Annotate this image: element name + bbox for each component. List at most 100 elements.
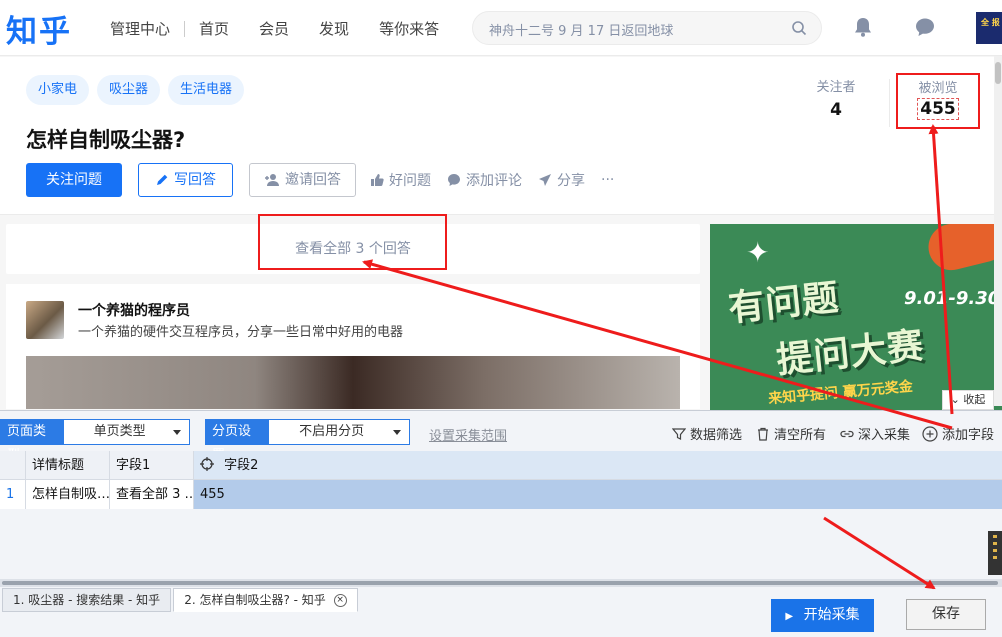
collapse-button[interactable]: ⌄ 收起 <box>942 390 994 410</box>
search-icon[interactable] <box>791 20 807 36</box>
task-tab[interactable]: 1. 吸尘器 - 搜索结果 - 知乎 <box>2 588 172 612</box>
task-tabs: 1. 吸尘器 - 搜索结果 - 知乎 2. 怎样自制吸尘器? - 知乎 × <box>0 588 358 612</box>
user-avatar[interactable]: 全 报 <box>976 12 1002 44</box>
task-tab-label: 2. 怎样自制吸尘器? - 知乎 <box>184 593 326 607</box>
page-type-value[interactable]: 单页类型 <box>64 420 189 444</box>
follow-question-button[interactable]: 关注问题 <box>26 163 122 197</box>
add-field-label: 添加字段 <box>942 428 995 443</box>
start-collect-button[interactable]: ▶ 开始采集 <box>771 599 874 632</box>
nav-separator <box>184 20 186 37</box>
page-type-select[interactable]: 页面类型 单页类型 <box>0 419 190 463</box>
page-scrollbar-thumb[interactable] <box>995 62 1001 84</box>
banner-title-line2: 提问大赛 <box>774 325 927 382</box>
nav-admin-center[interactable]: 管理中心 <box>110 18 170 39</box>
column-header[interactable]: 详情标题 <box>26 451 110 479</box>
link-icon <box>840 430 854 437</box>
views-label: 被浏览 <box>918 81 958 96</box>
zhihu-logo[interactable]: 知乎 <box>6 6 72 51</box>
question-header: 小家电 吸尘器 生活电器 怎样自制吸尘器? 关注者 4 被浏览 455 关注问题… <box>0 57 1002 215</box>
deep-collect-label: 深入采集 <box>858 428 911 443</box>
table-cell-selected[interactable]: 455 <box>194 480 1002 509</box>
nav-home[interactable]: 首页 <box>199 18 229 39</box>
nav-discover[interactable]: 发现 <box>319 18 349 39</box>
task-tab-active[interactable]: 2. 怎样自制吸尘器? - 知乎 × <box>173 588 358 612</box>
search-text: 神舟十二号 9 月 17 日返回地球 <box>489 24 674 39</box>
question-actions: 关注问题 写回答 邀请回答 好问题 添加评论 分享 ··· <box>26 163 630 197</box>
topic-tag[interactable]: 吸尘器 <box>97 75 161 105</box>
search-input[interactable]: 神舟十二号 9 月 17 日返回地球 <box>472 11 822 45</box>
caret-down-icon <box>393 430 401 435</box>
deep-collect-button[interactable]: 深入采集 <box>840 424 910 443</box>
followers-label: 关注者 <box>816 80 856 95</box>
add-comment-button[interactable]: 添加评论 <box>447 170 522 190</box>
share-label: 分享 <box>557 173 585 189</box>
column-header[interactable]: 字段1 <box>110 451 194 479</box>
more-button[interactable]: ··· <box>601 172 614 188</box>
table-scrollbar-thumb[interactable] <box>2 581 998 585</box>
column-header-label: 字段2 <box>224 458 259 473</box>
invite-answer-button[interactable]: 邀请回答 <box>249 163 356 197</box>
play-icon: ▶ <box>785 611 794 622</box>
author-avatar[interactable] <box>26 301 64 339</box>
bell-icon[interactable] <box>852 16 874 38</box>
filter-data-button[interactable]: 数据筛选 <box>672 424 742 443</box>
followers-stat: 关注者 4 <box>806 76 866 120</box>
nav-waiting-answers[interactable]: 等你来答 <box>379 18 439 39</box>
column-header-selected[interactable]: 字段2 <box>194 451 1002 479</box>
column-header-index <box>0 451 26 479</box>
page-scrollbar[interactable] <box>994 56 1002 406</box>
clear-all-button[interactable]: 清空所有 <box>756 424 826 443</box>
share-button[interactable]: 分享 <box>538 170 585 190</box>
banner-decoration <box>923 224 1002 275</box>
scraper-panel: 页面类型 单页类型 分页设置 不启用分页 设置采集范围 数据筛选 <box>0 410 1002 637</box>
views-count[interactable]: 455 <box>917 98 959 120</box>
scraper-toolbar: 页面类型 单页类型 分页设置 不启用分页 设置采集范围 数据筛选 <box>0 417 1002 463</box>
message-icon[interactable] <box>914 16 936 38</box>
sparkle-icon: ✦ <box>746 236 770 269</box>
comment-icon <box>448 174 460 186</box>
annotation-box-view-all <box>258 214 447 270</box>
close-icon[interactable]: × <box>333 594 347 607</box>
table-cell[interactable]: 查看全部 3 … <box>110 480 194 509</box>
nav-vip[interactable]: 会员 <box>259 18 289 39</box>
nav-links: 管理中心 首页 会员 发现 等你来答 <box>110 18 469 39</box>
author-description: 一个养猫的硬件交互程序员，分享一些日常中好用的电器 <box>78 325 404 340</box>
thumbs-up-icon <box>371 174 384 186</box>
banner-title-line1: 有问题 <box>726 277 842 330</box>
banner-date: 9.01-9.30 <box>904 288 1001 309</box>
stat-divider <box>889 79 890 127</box>
data-table: 详情标题 字段1 字段2 1 怎样自制吸… 查看全部 3 … 455 <box>0 451 1002 509</box>
good-question-button[interactable]: 好问题 <box>370 170 431 190</box>
filter-icon <box>672 427 686 440</box>
paging-select[interactable]: 分页设置 不启用分页 <box>205 419 410 463</box>
followers-count: 4 <box>830 100 842 120</box>
table-cell[interactable]: 怎样自制吸… <box>26 480 110 509</box>
add-field-button[interactable]: 添加字段 <box>922 424 994 443</box>
page-type-label: 页面类型 <box>1 420 64 463</box>
page-type-value-text: 单页类型 <box>93 424 146 439</box>
paging-value-text: 不启用分页 <box>299 424 365 439</box>
screen: 知乎 管理中心 首页 会员 发现 等你来答 神舟十二号 9 月 17 日返回地球… <box>0 0 1002 637</box>
write-answer-button[interactable]: 写回答 <box>138 163 233 197</box>
table-row[interactable]: 1 怎样自制吸… 查看全部 3 … 455 <box>0 480 1002 509</box>
add-comment-label: 添加评论 <box>466 173 522 189</box>
topic-tag[interactable]: 小家电 <box>26 75 90 105</box>
views-stat-highlight: 被浏览 455 <box>896 73 980 129</box>
trash-icon <box>758 427 768 441</box>
paging-label: 分页设置 <box>206 420 270 463</box>
row-index: 1 <box>0 480 26 509</box>
set-range-link[interactable]: 设置采集范围 <box>429 425 507 444</box>
caret-down-icon <box>173 430 181 435</box>
filter-data-label: 数据筛选 <box>690 428 743 443</box>
topic-tag[interactable]: 生活电器 <box>168 75 245 105</box>
save-button[interactable]: 保存 <box>906 599 986 630</box>
pencil-icon <box>157 174 168 185</box>
answer-card: 一个养猫的程序员 一个养猫的硬件交互程序员，分享一些日常中好用的电器 <box>6 284 700 409</box>
author-name[interactable]: 一个养猫的程序员 <box>78 300 190 320</box>
paging-value[interactable]: 不启用分页 <box>269 420 409 444</box>
promo-banner[interactable]: ✦ 有问题 9.01-9.30 提问大赛 来知乎提问 赢万元奖金 <box>710 224 1002 412</box>
question-title: 怎样自制吸尘器? <box>26 128 186 152</box>
add-circle-icon <box>922 425 938 442</box>
side-handle[interactable] <box>988 531 1002 575</box>
chevron-down-icon: ⌄ <box>950 393 960 406</box>
